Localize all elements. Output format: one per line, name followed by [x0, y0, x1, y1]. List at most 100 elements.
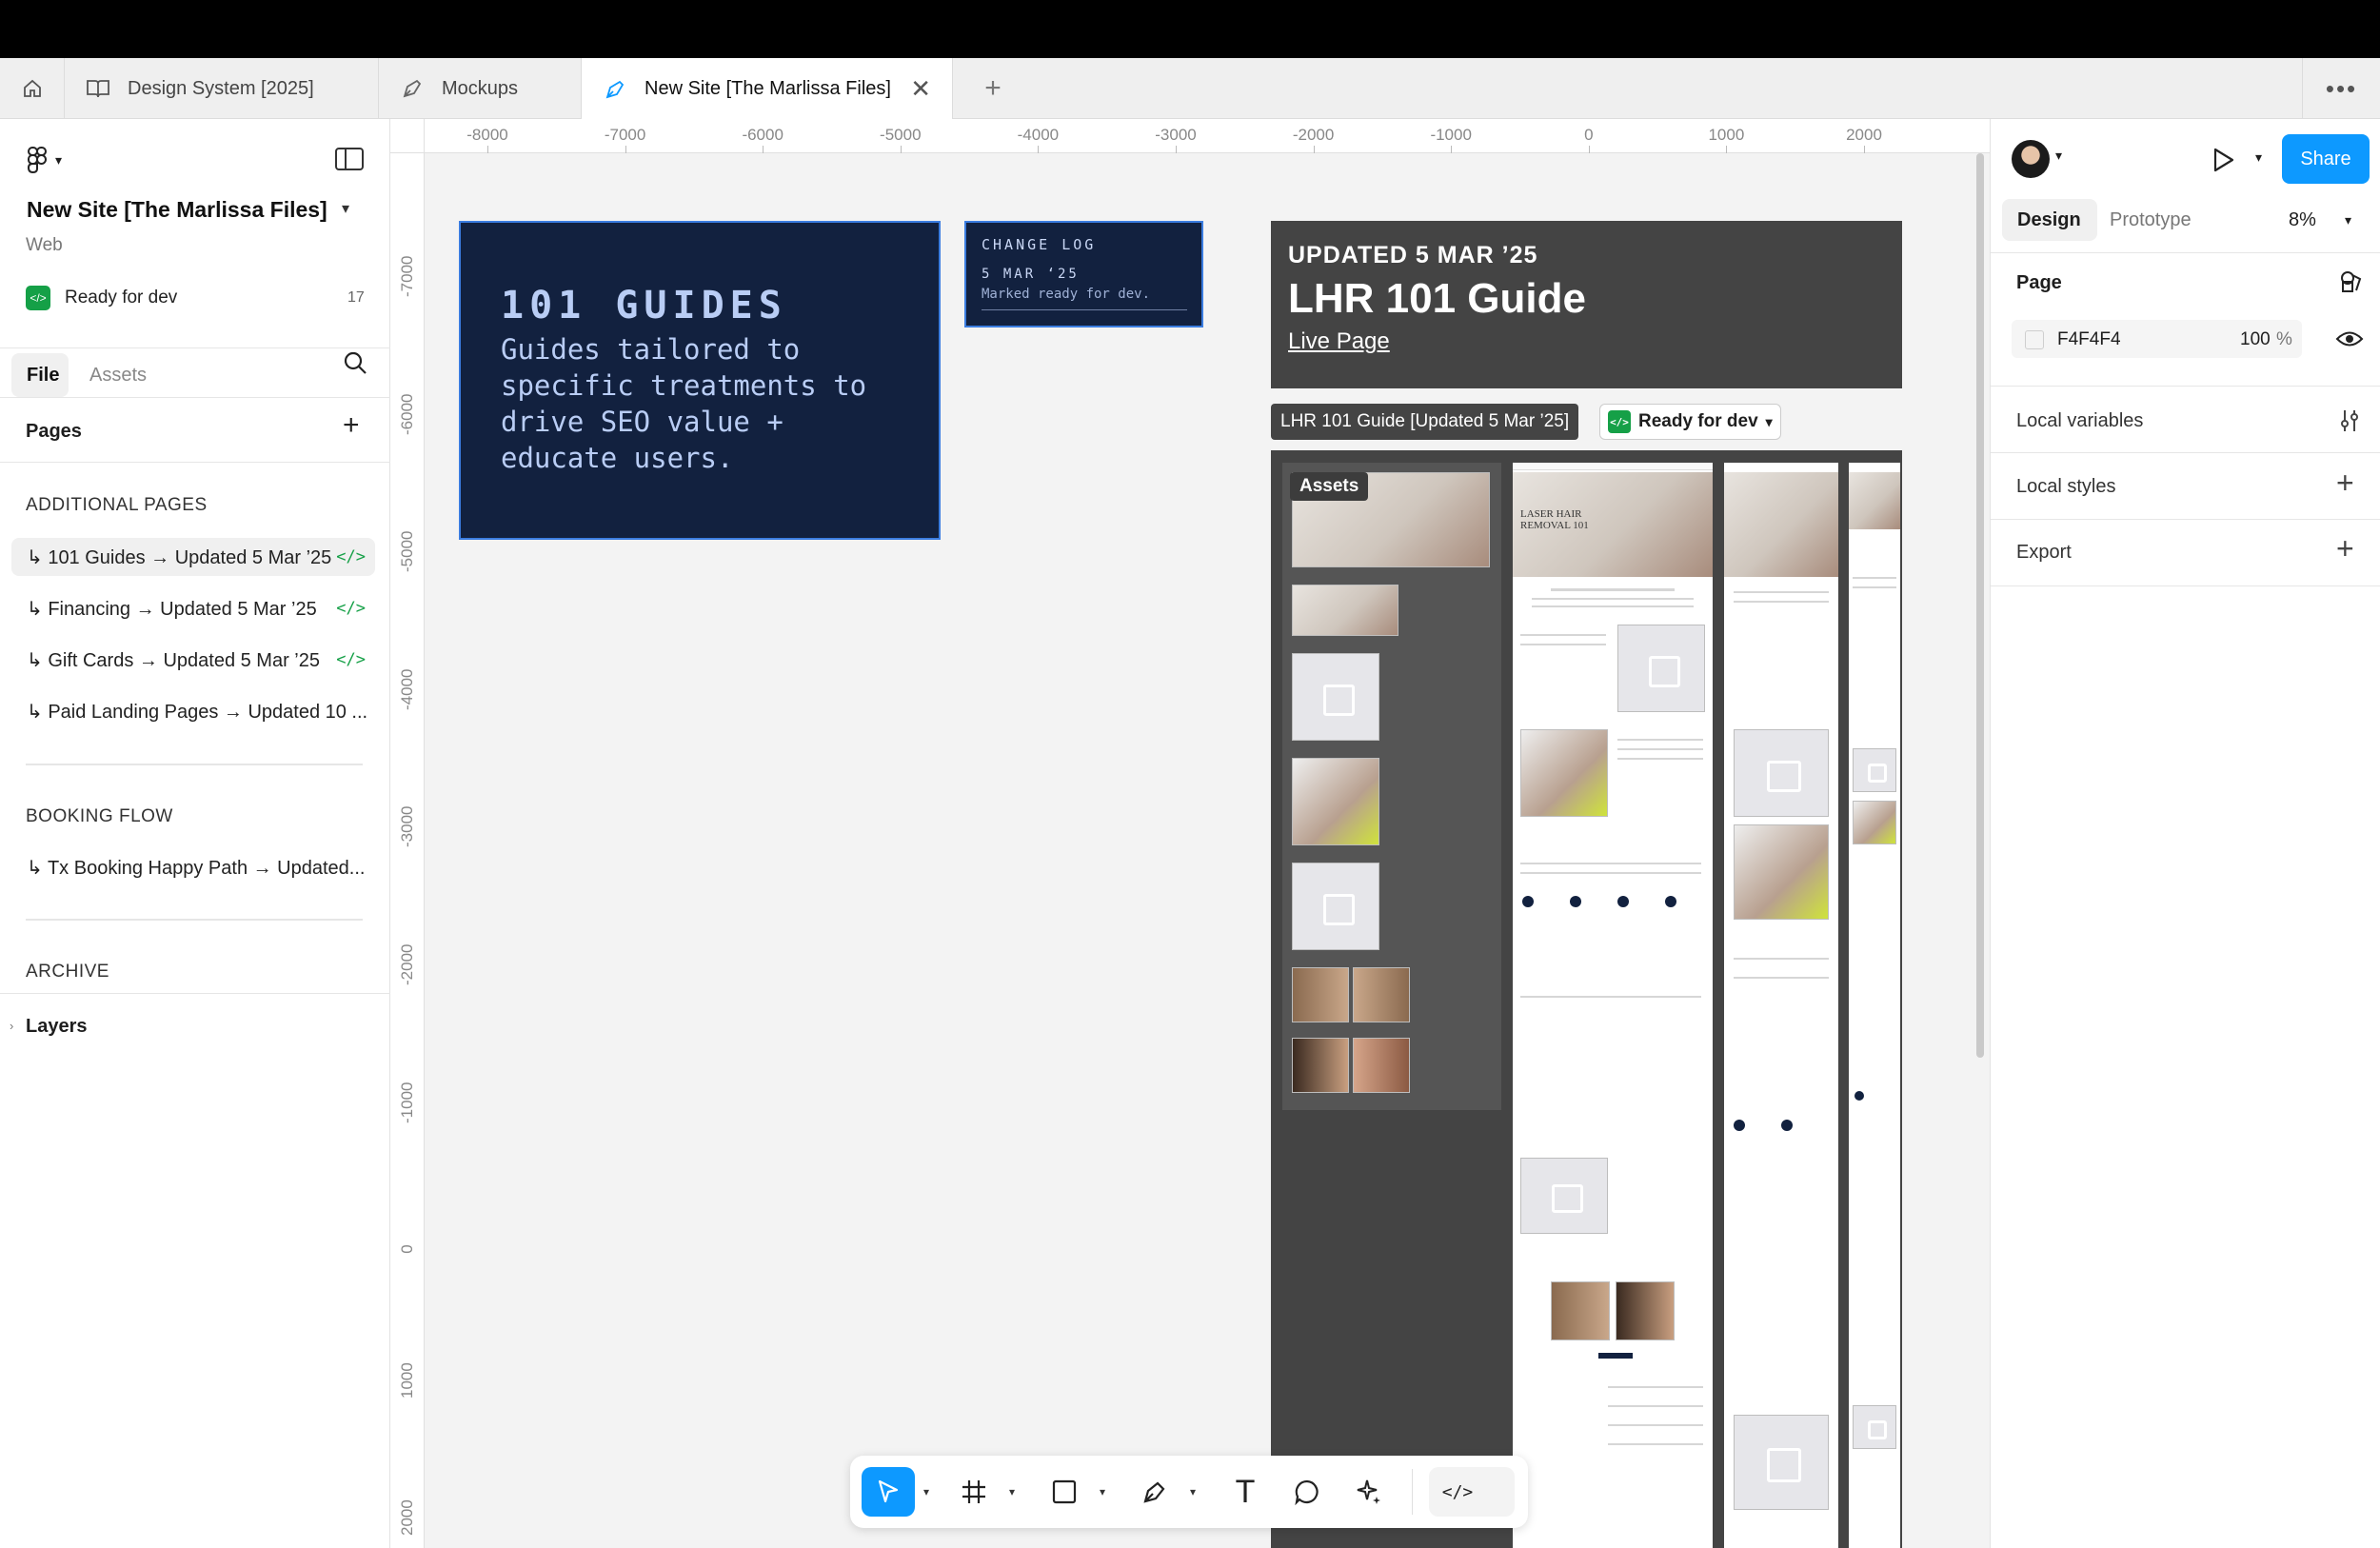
asset-image[interactable]: [1292, 967, 1349, 1022]
color-styles-icon[interactable]: [2339, 269, 2364, 294]
live-page-link[interactable]: Live Page: [1288, 328, 1885, 355]
layers-header[interactable]: Layers: [26, 1016, 88, 1038]
dev-mode-icon: </>: [1608, 410, 1631, 433]
file-tab[interactable]: File: [27, 353, 59, 397]
frame-status-dropdown[interactable]: </> Ready for dev ▾: [1599, 404, 1781, 440]
tab-new-site[interactable]: New Site [The Marlissa Files] ✕: [582, 58, 953, 120]
ruler-tick: [1726, 146, 1728, 153]
pages-header: Pages: [26, 421, 82, 442]
book-icon: [86, 76, 110, 101]
chevron-down-icon[interactable]: ▾: [342, 199, 349, 218]
file-name[interactable]: New Site [The Marlissa Files]: [27, 197, 327, 223]
add-export-button[interactable]: +: [2336, 531, 2354, 566]
share-button[interactable]: Share: [2282, 134, 2370, 184]
chevron-down-icon[interactable]: ▾: [917, 1467, 936, 1517]
zoom-level[interactable]: 8%: [2289, 199, 2316, 241]
text-tool-button[interactable]: T: [1221, 1467, 1269, 1517]
asset-placeholder-image[interactable]: [1292, 863, 1379, 950]
chevron-down-icon[interactable]: ▾: [1002, 1467, 1021, 1517]
add-style-button[interactable]: +: [2336, 466, 2354, 501]
search-icon[interactable]: [343, 350, 367, 375]
changelog-note: Marked ready for dev.: [982, 287, 1151, 302]
play-icon[interactable]: [2210, 146, 2236, 174]
close-icon[interactable]: ✕: [910, 76, 931, 101]
dev-mode-toggle[interactable]: </>: [1429, 1467, 1515, 1517]
assets-tab[interactable]: Assets: [89, 353, 147, 397]
bottom-toolbar: ▾ ▾ ▾ ▾ T </>: [850, 1456, 1528, 1528]
page-item-tx-booking[interactable]: ↳ Tx Booking Happy Path → Updated...: [11, 848, 375, 886]
assets-label: Assets: [1290, 472, 1369, 501]
mobile-mockup[interactable]: [1849, 463, 1900, 1548]
comment-tool-button[interactable]: [1283, 1467, 1331, 1517]
prototype-tab[interactable]: Prototype: [2110, 199, 2192, 241]
page-item-financing[interactable]: ↳ Financing → Updated 5 Mar ’25 </>: [11, 589, 375, 627]
tab-mockups[interactable]: Mockups: [379, 58, 582, 119]
vertical-ruler: -7000 -6000 -5000 -4000 -3000 -2000 -1000 0 1000…: [390, 153, 425, 1548]
page-item-101-guides[interactable]: ↳ 101 Guides → Updated 5 Mar ’25 </>: [11, 538, 375, 576]
guides-card[interactable]: 101 GUIDES Guides tailored to specific t…: [459, 221, 941, 540]
guide-frame[interactable]: Assets LASER HAIR REMOVAL 101: [1271, 450, 1902, 1548]
frame-tool-button[interactable]: [950, 1467, 998, 1517]
new-tab-button[interactable]: +: [971, 58, 1015, 119]
comment-icon: [1295, 1479, 1319, 1505]
ready-for-dev-link[interactable]: Ready for dev: [65, 288, 177, 308]
chevron-down-icon[interactable]: ▾: [2055, 148, 2062, 164]
ruler-tick-label: 1000: [398, 1361, 416, 1399]
ruler-tick: [1588, 146, 1590, 153]
asset-image[interactable]: [1292, 758, 1379, 845]
asset-image[interactable]: [1353, 1038, 1410, 1093]
page-item-paid-landing-pages[interactable]: ↳ Paid Landing Pages → Updated 10 ...: [11, 692, 375, 730]
canvas[interactable]: -8000 -7000 -6000 -5000 -4000 -3000 -2000 -1000…: [390, 119, 1990, 1548]
avatar[interactable]: [2012, 140, 2050, 178]
page-section-title: Page: [2016, 272, 2062, 293]
design-tab[interactable]: Design: [2017, 199, 2081, 241]
asset-placeholder-image[interactable]: [1292, 653, 1379, 741]
changelog-card[interactable]: CHANGE LOG 5 MAR ‘25 Marked ready for de…: [964, 221, 1203, 327]
toggle-sidebar-icon[interactable]: [335, 148, 364, 170]
page-item-gift-cards[interactable]: ↳ Gift Cards → Updated 5 Mar ’25 </>: [11, 641, 375, 679]
chevron-right-icon[interactable]: ›: [10, 1019, 13, 1033]
asset-image[interactable]: [1353, 967, 1410, 1022]
chevron-down-icon[interactable]: ▾: [1183, 1467, 1202, 1517]
frame-label[interactable]: LHR 101 Guide [Updated 5 Mar ’25]: [1271, 404, 1579, 440]
variables-icon[interactable]: [2337, 408, 2362, 433]
ruler-tick-label: -6000: [742, 126, 783, 144]
tablet-mockup[interactable]: [1724, 463, 1838, 1548]
guide-title: LHR 101 Guide: [1288, 275, 1586, 322]
move-tool-button[interactable]: [862, 1467, 915, 1517]
export-label[interactable]: Export: [2016, 542, 2072, 564]
ruler-tick: [1176, 146, 1177, 153]
assets-panel: Assets: [1282, 463, 1501, 1110]
tab-design-system[interactable]: Design System [2025]: [65, 58, 379, 119]
guide-header-card[interactable]: UPDATED 5 MAR ’25 LHR 101 Guide Live Pag…: [1271, 221, 1902, 388]
eye-icon[interactable]: [2335, 328, 2364, 349]
ruler-tick-label: -7000: [398, 255, 416, 297]
ruler-tick-label: 2000: [1846, 126, 1882, 144]
shape-tool-button[interactable]: [1041, 1467, 1088, 1517]
actions-tool-button[interactable]: [1345, 1467, 1393, 1517]
home-tab[interactable]: [0, 58, 65, 119]
local-styles-label[interactable]: Local styles: [2016, 476, 2116, 498]
ruler-tick-label: -1000: [398, 1082, 416, 1123]
chevron-down-icon[interactable]: ▾: [1093, 1467, 1112, 1517]
chevron-down-icon[interactable]: ▾: [2345, 199, 2351, 241]
cursor-icon: [878, 1479, 899, 1503]
tab-label: Design System [2025]: [128, 77, 314, 99]
main-menu-button[interactable]: ▾: [27, 146, 62, 174]
add-page-button[interactable]: +: [343, 409, 360, 442]
pen-tool-button[interactable]: [1131, 1467, 1179, 1517]
page-color-value[interactable]: F4F4F4: [2057, 329, 2121, 350]
right-panel: ▾ ▾ Share Design Prototype 8% ▾ Page F4F…: [1990, 119, 2380, 1548]
desktop-mockup[interactable]: LASER HAIR REMOVAL 101: [1513, 463, 1713, 1548]
local-variables-label[interactable]: Local variables: [2016, 410, 2143, 432]
chevron-down-icon[interactable]: ▾: [2255, 149, 2262, 166]
page-opacity-value[interactable]: 100: [2240, 329, 2271, 350]
ruler-tick: [900, 146, 902, 153]
asset-image[interactable]: [1292, 1038, 1349, 1093]
color-swatch[interactable]: [2025, 330, 2044, 349]
asset-image[interactable]: [1292, 585, 1398, 636]
more-options-icon[interactable]: •••: [2302, 58, 2380, 119]
file-subtitle: Web: [26, 235, 63, 255]
ruler-tick-label: 0: [1584, 126, 1594, 144]
vertical-scrollbar[interactable]: [1976, 153, 1984, 1058]
